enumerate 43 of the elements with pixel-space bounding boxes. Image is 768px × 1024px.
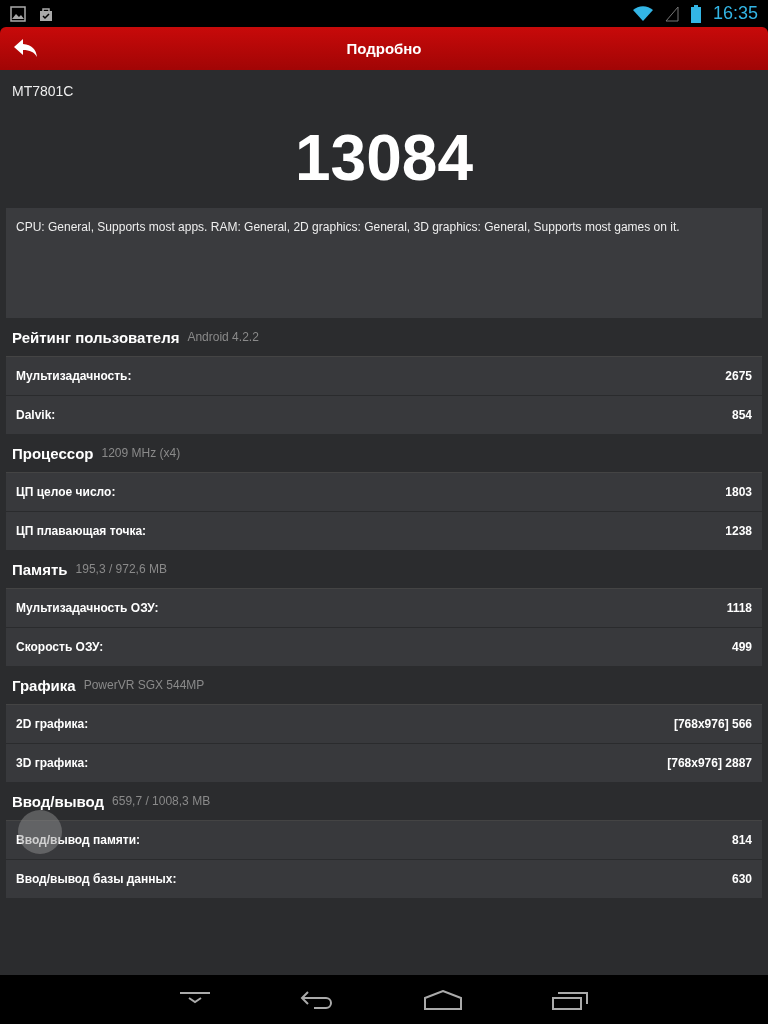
clock: 16:35: [712, 3, 758, 24]
test-label: Скорость ОЗУ:: [16, 640, 104, 654]
section-subtitle: 1209 MHz (x4): [101, 446, 181, 460]
description-text: CPU: General, Supports most apps. RAM: General, 2D graphics: General, 3D graphics: General, Supports most games on it.: [6, 208, 762, 318]
wifi-icon: [632, 5, 653, 22]
test-score: 814: [731, 833, 752, 847]
section-title: Процессор: [12, 444, 94, 462]
test-score: 1803: [725, 485, 752, 499]
section-subtitle: 195,3 / 972,6 MB: [75, 562, 167, 576]
section-title: Рейтинг пользователя: [12, 328, 180, 346]
back-nav-button[interactable]: [300, 989, 334, 1010]
section-title: Графика: [12, 676, 76, 694]
picture-icon: [10, 5, 26, 22]
test-score: 630: [731, 872, 752, 886]
section-subtitle: Android 4.2.2: [187, 330, 259, 344]
test-label: 3D графика:: [16, 756, 89, 770]
section-title: Память: [12, 560, 68, 578]
page-title: Подробно: [346, 40, 422, 57]
section-title: Ввод/вывод: [12, 792, 105, 810]
home-button[interactable]: [424, 989, 462, 1010]
device-name: MT7801C: [11, 82, 75, 101]
test-label: Мультизадачность ОЗУ:: [16, 601, 159, 615]
test-score: 499: [731, 640, 752, 654]
test-score: 2675: [725, 369, 752, 383]
section-subtitle: PowerVR SGX 544MP: [83, 678, 205, 692]
test-score: 1118: [726, 601, 752, 615]
test-score: 1238: [725, 524, 752, 538]
test-score: 854: [731, 408, 752, 422]
test-label: Dalvik:: [16, 408, 56, 422]
shopping-bag-icon: [38, 5, 54, 22]
test-label: Ввод/вывод базы данных:: [16, 872, 177, 886]
battery-icon: [690, 4, 701, 23]
total-score: 13084: [294, 121, 474, 196]
section-subtitle: 659,7 / 1008,3 MB: [112, 794, 211, 808]
test-label: Ввод/вывод памяти:: [16, 833, 141, 847]
test-label: ЦП плавающая точка:: [16, 524, 147, 538]
recent-apps-button[interactable]: [552, 989, 588, 1010]
signal-icon: [664, 5, 679, 22]
test-label: Мультизадачность:: [16, 369, 132, 383]
test-score: [768x976] 566: [673, 717, 752, 731]
test-label: ЦП целое число:: [16, 485, 116, 499]
test-score: [768x976] 2887: [667, 756, 752, 770]
test-label: 2D графика:: [16, 717, 89, 731]
